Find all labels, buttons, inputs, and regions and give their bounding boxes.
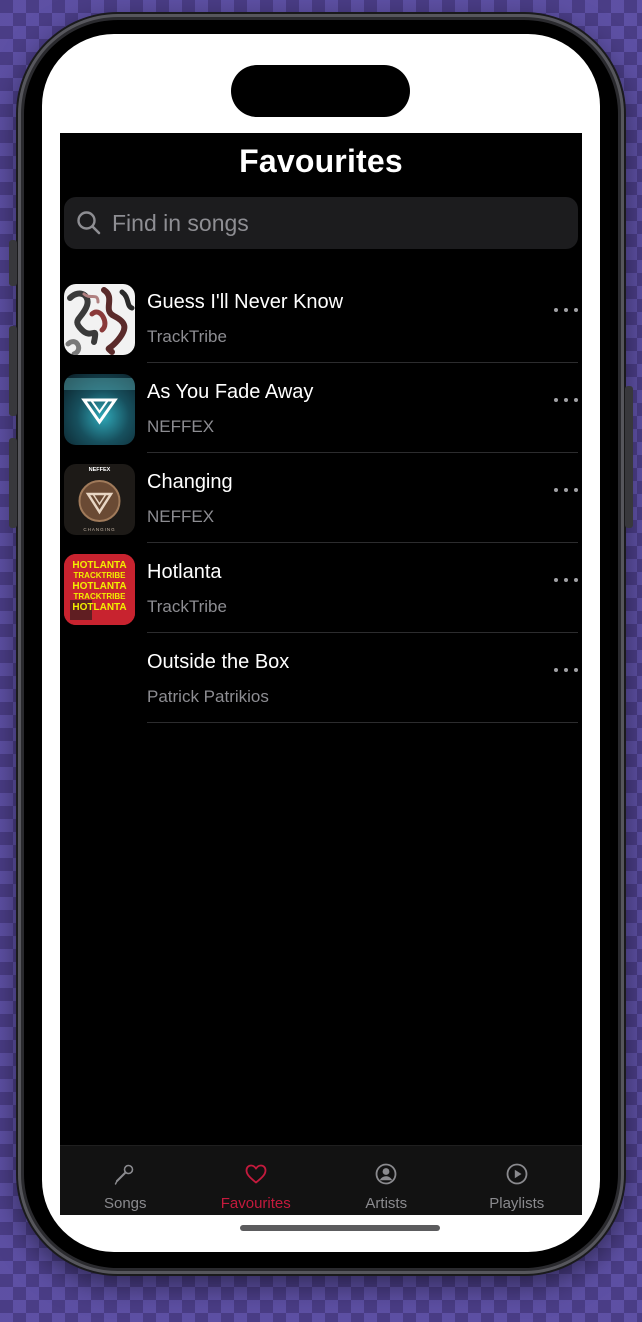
tab-artists[interactable]: Artists — [321, 1146, 452, 1215]
action-button — [9, 240, 17, 286]
tab-label: Playlists — [489, 1195, 545, 1212]
song-info: Guess I'll Never Know TrackTribe — [147, 273, 578, 363]
album-art-caption: NEFFEX — [89, 467, 111, 473]
tab-favourites[interactable]: Favourites — [191, 1146, 322, 1215]
more-options-icon[interactable] — [554, 301, 578, 319]
tab-bar: Songs Favourites Artists Playlists — [60, 1145, 582, 1215]
song-title: Outside the Box — [147, 651, 290, 673]
search-icon — [77, 211, 101, 235]
page-title: Favourites — [239, 143, 403, 179]
song-row[interactable]: HOTLANTA TRACKTRIBE HOTLANTA TRACKTRIBE … — [64, 543, 578, 633]
device-frame: Favourites Find in songs Guess I'll Neve… — [9, 14, 633, 1274]
play-circle-icon — [506, 1163, 528, 1185]
album-art-caption: HOTLANTA — [72, 581, 126, 592]
song-row[interactable]: Guess I'll Never Know TrackTribe — [64, 273, 578, 363]
song-info: Hotlanta TrackTribe — [147, 543, 578, 633]
power-button — [625, 386, 633, 528]
song-title: Hotlanta — [147, 561, 222, 583]
tab-label: Artists — [365, 1195, 408, 1212]
heart-icon — [245, 1164, 267, 1184]
song-row[interactable]: NEFFEX CHANGING Changing NEFFEX — [64, 453, 578, 543]
home-indicator[interactable] — [240, 1225, 440, 1231]
song-artist: NEFFEX — [147, 417, 215, 436]
volume-up-button — [9, 326, 17, 416]
album-art-caption: TRACKTRIBE — [74, 592, 127, 601]
more-options-icon[interactable] — [554, 391, 578, 409]
tab-label: Favourites — [220, 1195, 291, 1212]
tab-label: Songs — [103, 1195, 147, 1212]
tab-playlists[interactable]: Playlists — [452, 1146, 583, 1215]
favourites-screen: Favourites Find in songs Guess I'll Neve… — [60, 133, 582, 1215]
song-artist: TrackTribe — [147, 327, 227, 346]
tab-songs[interactable]: Songs — [60, 1146, 191, 1215]
more-options-icon[interactable] — [554, 571, 578, 589]
album-art-caption: HOTLANTA — [72, 602, 126, 613]
microphone-icon — [115, 1164, 134, 1185]
song-info: Changing NEFFEX — [147, 453, 578, 543]
song-title: As You Fade Away — [147, 381, 314, 403]
more-options-icon[interactable] — [554, 661, 578, 679]
song-title: Guess I'll Never Know — [147, 291, 344, 313]
album-art — [64, 374, 135, 445]
album-art-caption: TRACKTRIBE — [74, 571, 127, 580]
dynamic-island — [231, 65, 410, 117]
search-placeholder: Find in songs — [112, 209, 249, 236]
album-art: HOTLANTA TRACKTRIBE HOTLANTA TRACKTRIBE … — [64, 554, 135, 625]
song-info: Outside the Box Patrick Patrikios — [147, 633, 578, 723]
volume-down-button — [9, 438, 17, 528]
song-info: As You Fade Away NEFFEX — [147, 363, 578, 453]
song-list: Guess I'll Never Know TrackTribe As You … — [64, 273, 578, 723]
song-artist: Patrick Patrikios — [147, 687, 269, 706]
album-art-caption: HOTLANTA — [72, 560, 126, 571]
album-art-caption: CHANGING — [83, 527, 115, 532]
album-art — [64, 284, 135, 355]
screen: Favourites Find in songs Guess I'll Neve… — [42, 34, 600, 1252]
more-options-icon[interactable] — [554, 481, 578, 499]
song-row[interactable]: As You Fade Away NEFFEX — [64, 363, 578, 453]
album-art: NEFFEX CHANGING — [64, 464, 135, 535]
song-row[interactable]: Outside the Box Patrick Patrikios — [64, 633, 578, 723]
song-artist: TrackTribe — [147, 597, 227, 616]
search-field[interactable]: Find in songs — [64, 197, 578, 249]
song-artist: NEFFEX — [147, 507, 215, 526]
person-circle-icon — [375, 1163, 397, 1185]
song-title: Changing — [147, 471, 233, 493]
